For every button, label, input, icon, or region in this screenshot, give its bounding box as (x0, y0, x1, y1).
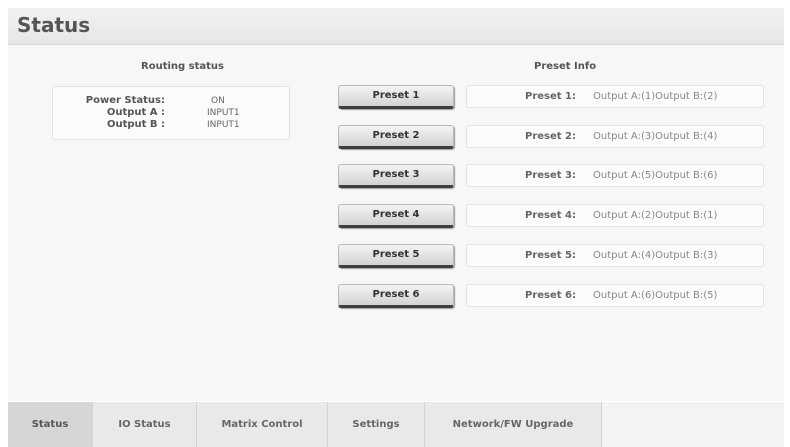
routing-status-title: Routing status (141, 61, 224, 72)
preset-6-value: Output A:(6)Output B:(5) (593, 290, 718, 301)
preset-1-value: Output A:(1)Output B:(2) (593, 91, 718, 102)
preset-2-info: Preset 2: Output A:(3)Output B:(4) (466, 125, 764, 148)
power-status-value: ON (211, 96, 225, 106)
page-title: Status (17, 13, 91, 37)
preset-5-info: Preset 5: Output A:(4)Output B:(3) (466, 244, 764, 267)
preset-6-info: Preset 6: Output A:(6)Output B:(5) (466, 284, 764, 307)
page-header: Status (8, 8, 784, 45)
preset-6-button[interactable]: Preset 6 (338, 284, 454, 308)
output-a-value: INPUT1 (207, 108, 240, 118)
preset-5-button[interactable]: Preset 5 (338, 244, 454, 268)
preset-6-name: Preset 6: (525, 290, 576, 301)
output-b-label: Output B : (106, 119, 165, 130)
preset-2-name: Preset 2: (525, 131, 576, 142)
routing-status-box: Power Status: ON Output A : INPUT1 Outpu… (52, 86, 290, 140)
preset-1-button[interactable]: Preset 1 (338, 85, 454, 109)
preset-3-name: Preset 3: (525, 170, 576, 181)
preset-5-name: Preset 5: (525, 250, 576, 261)
output-b-value: INPUT1 (207, 120, 240, 130)
preset-3-button[interactable]: Preset 3 (338, 164, 454, 188)
tab-matrix-control[interactable]: Matrix Control (197, 402, 328, 447)
tab-io-status[interactable]: IO Status (93, 402, 197, 447)
preset-2-button[interactable]: Preset 2 (338, 125, 454, 149)
status-panel: Status Routing status Power Status: ON O… (8, 8, 784, 401)
preset-4-value: Output A:(2)Output B:(1) (593, 210, 718, 221)
preset-info-title: Preset Info (534, 61, 597, 72)
preset-5-value: Output A:(4)Output B:(3) (593, 250, 718, 261)
preset-4-button[interactable]: Preset 4 (338, 204, 454, 228)
output-a-label: Output A : (106, 107, 165, 118)
preset-2-value: Output A:(3)Output B:(4) (593, 131, 718, 142)
bottom-tab-bar: Status IO Status Matrix Control Settings… (8, 402, 784, 447)
tab-network-fw-upgrade[interactable]: Network/FW Upgrade (425, 402, 602, 447)
preset-3-value: Output A:(5)Output B:(6) (593, 170, 718, 181)
preset-4-name: Preset 4: (525, 210, 576, 221)
preset-1-name: Preset 1: (525, 91, 576, 102)
power-status-label: Power Status: (85, 95, 165, 106)
preset-3-info: Preset 3: Output A:(5)Output B:(6) (466, 164, 764, 187)
tab-settings[interactable]: Settings (328, 402, 425, 447)
preset-4-info: Preset 4: Output A:(2)Output B:(1) (466, 204, 764, 227)
tab-status[interactable]: Status (8, 402, 93, 447)
preset-1-info: Preset 1: Output A:(1)Output B:(2) (466, 85, 764, 108)
